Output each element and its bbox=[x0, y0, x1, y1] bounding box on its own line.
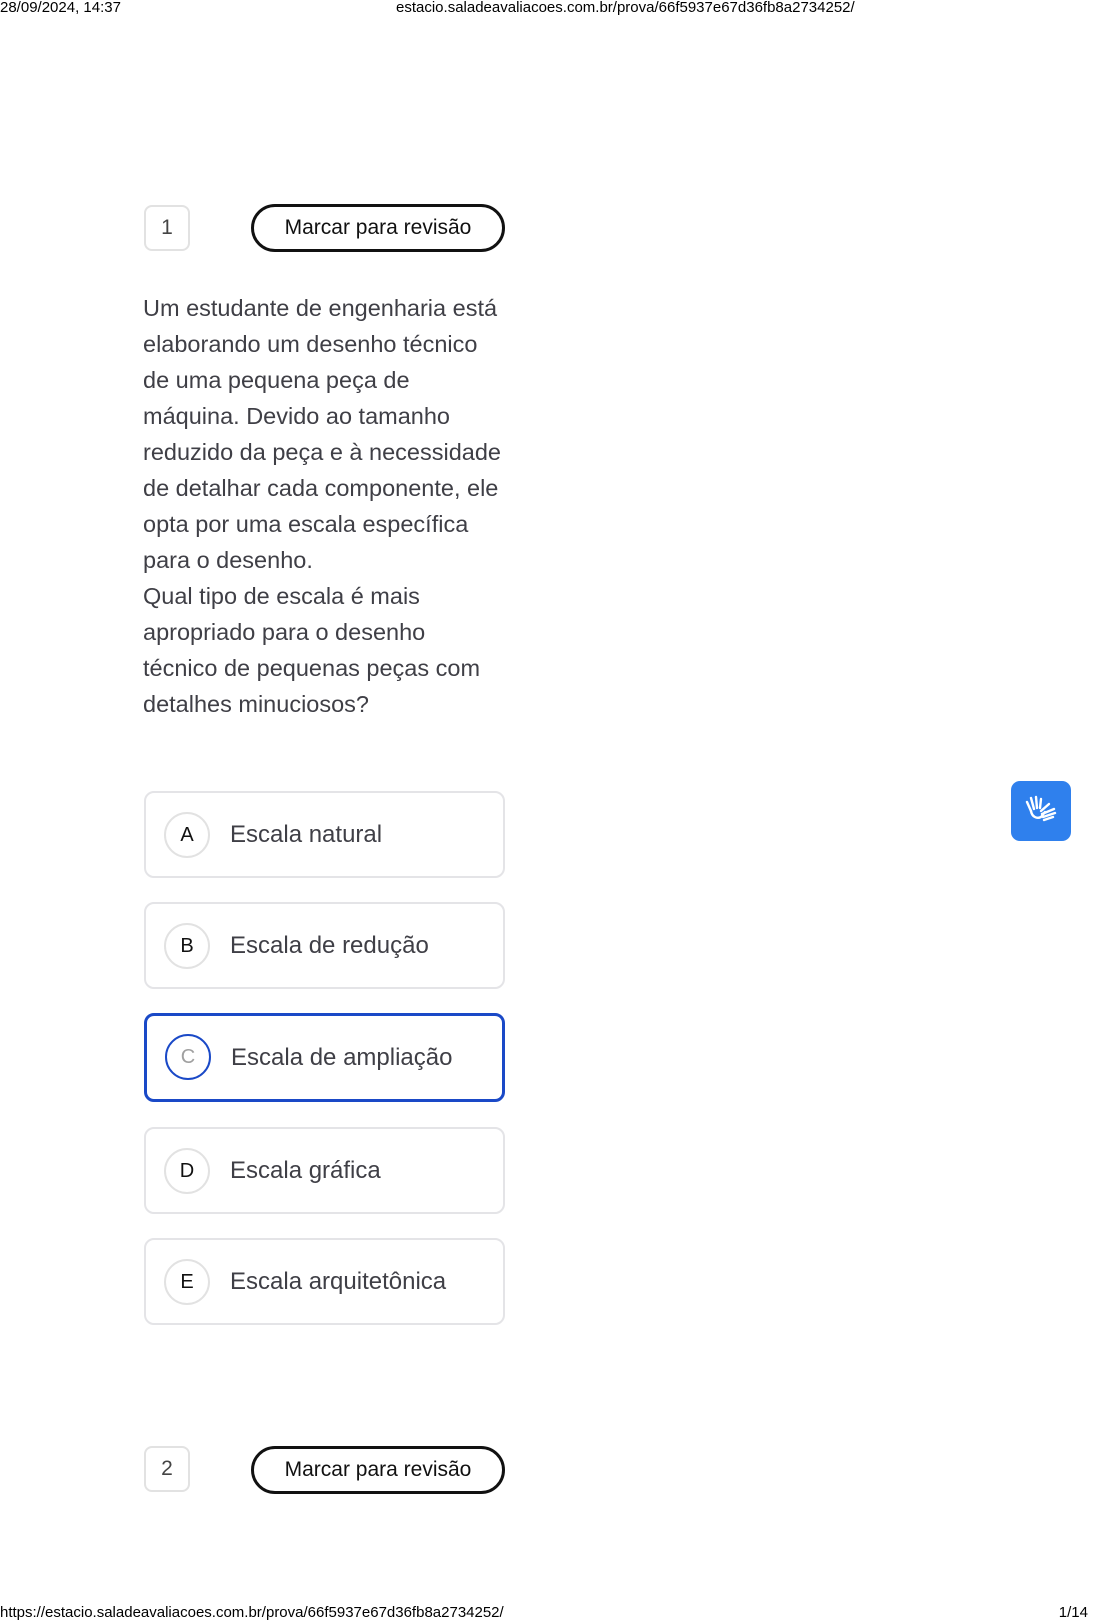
option-c-selected[interactable]: C Escala de ampliação bbox=[144, 1013, 505, 1102]
print-header-url: estacio.saladeavaliacoes.com.br/prova/66… bbox=[396, 0, 855, 16]
option-a[interactable]: A Escala natural bbox=[144, 791, 505, 878]
option-d[interactable]: D Escala gráfica bbox=[144, 1127, 505, 1214]
option-text: Escala de redução bbox=[230, 931, 429, 959]
question-paragraph: Um estudante de engenharia está elaboran… bbox=[143, 295, 501, 573]
option-letter: D bbox=[164, 1148, 210, 1194]
option-b[interactable]: B Escala de redução bbox=[144, 902, 505, 989]
option-text: Escala gráfica bbox=[230, 1156, 381, 1184]
option-letter: C bbox=[165, 1034, 211, 1080]
question-prompt: Qual tipo de escala é mais apropriado pa… bbox=[143, 583, 481, 717]
option-letter: B bbox=[164, 923, 210, 969]
question-text-1: Um estudante de engenharia está elaboran… bbox=[143, 290, 503, 722]
option-e[interactable]: E Escala arquitetônica bbox=[144, 1238, 505, 1325]
sign-language-accessibility-button[interactable] bbox=[1011, 781, 1071, 841]
question-number-1: 1 bbox=[144, 205, 190, 251]
print-header-datetime: 28/09/2024, 14:37 bbox=[0, 0, 121, 16]
option-letter: E bbox=[164, 1259, 210, 1305]
print-footer-page: 1/14 bbox=[1058, 1604, 1088, 1621]
option-letter: A bbox=[164, 812, 210, 858]
option-text: Escala natural bbox=[230, 820, 383, 848]
print-footer-url: https://estacio.saladeavaliacoes.com.br/… bbox=[0, 1604, 504, 1621]
sign-language-hands-icon bbox=[1022, 790, 1060, 833]
option-text: Escala de ampliação bbox=[231, 1043, 453, 1071]
mark-for-review-button-1[interactable]: Marcar para revisão bbox=[251, 204, 505, 252]
mark-for-review-button-2[interactable]: Marcar para revisão bbox=[251, 1446, 505, 1494]
question-number-2: 2 bbox=[144, 1446, 190, 1492]
option-text: Escala arquitetônica bbox=[230, 1267, 447, 1295]
